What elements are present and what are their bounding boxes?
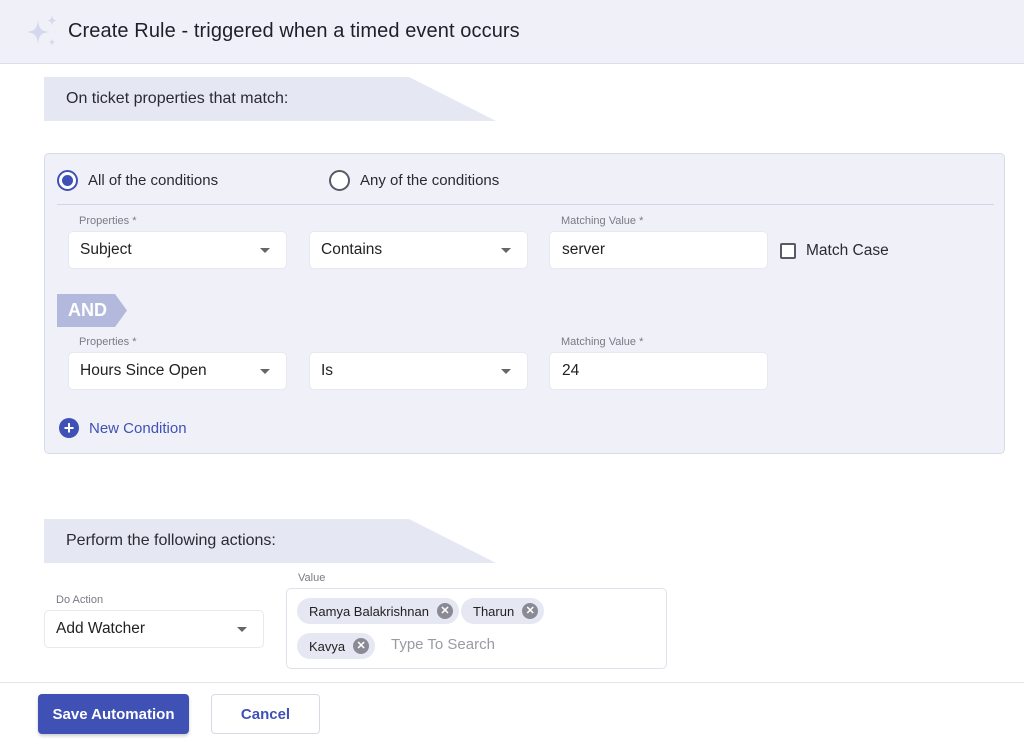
chevron-down-icon — [237, 627, 247, 632]
footer-divider — [0, 682, 1024, 683]
radio-all-label: All of the conditions — [88, 172, 219, 189]
matching-value-input[interactable]: 24 — [549, 352, 768, 390]
remove-chip-icon[interactable]: ✕ — [353, 638, 370, 654]
chevron-down-icon — [260, 369, 270, 374]
matching-value-label: Matching Value * — [561, 336, 644, 348]
actions-section-banner: Perform the following actions: — [44, 519, 496, 563]
operator-select[interactable]: Contains — [309, 231, 528, 269]
radio-any-conditions[interactable]: Any of the conditions — [329, 170, 499, 191]
remove-chip-icon[interactable]: ✕ — [522, 603, 539, 619]
chevron-down-icon — [501, 369, 511, 374]
matching-value-label: Matching Value * — [561, 215, 644, 227]
radio-any-label: Any of the conditions — [360, 172, 500, 189]
operator-select-value: Is — [321, 362, 334, 379]
remove-chip-icon[interactable]: ✕ — [436, 603, 453, 619]
watcher-chip: Kavya ✕ — [297, 633, 376, 659]
chip-label: Ramya Balakrishnan — [309, 603, 429, 619]
value-label: Value — [298, 572, 326, 584]
new-condition-label: New Condition — [89, 419, 187, 437]
radio-unchecked-icon[interactable] — [329, 170, 350, 191]
chevron-down-icon — [501, 248, 511, 253]
matching-value-text: server — [562, 241, 606, 258]
property-select[interactable]: Subject — [68, 231, 287, 269]
radio-checked-icon[interactable] — [57, 170, 78, 191]
matching-value-text: 24 — [562, 362, 580, 379]
cancel-button[interactable]: Cancel — [211, 694, 320, 734]
watcher-chip: Tharun ✕ — [461, 598, 545, 624]
watcher-chip: Ramya Balakrishnan ✕ — [297, 598, 459, 624]
watcher-multiselect[interactable]: Ramya Balakrishnan ✕ Tharun ✕ Kavya ✕ Ty… — [286, 588, 667, 669]
chip-label: Tharun — [473, 603, 515, 619]
plus-circle-icon: + — [59, 418, 79, 438]
property-label: Properties * — [79, 336, 137, 348]
do-action-label: Do Action — [56, 594, 104, 606]
page-header: Create Rule - triggered when a timed eve… — [0, 0, 1024, 64]
conditions-section-banner: On ticket properties that match: — [44, 77, 496, 121]
property-select-value: Subject — [80, 241, 132, 258]
match-case-checkbox[interactable]: Match Case — [780, 242, 889, 260]
matching-value-input[interactable]: server — [549, 231, 768, 269]
divider — [57, 204, 994, 205]
conditions-panel: All of the conditions Any of the conditi… — [44, 153, 1005, 454]
do-action-select[interactable]: Add Watcher — [44, 610, 264, 648]
operator-select-value: Contains — [321, 241, 383, 258]
watcher-search-input[interactable]: Type To Search — [391, 636, 495, 653]
chevron-down-icon — [260, 248, 270, 253]
sparkle-icon — [26, 14, 57, 46]
match-case-label: Match Case — [806, 242, 889, 259]
property-select-value: Hours Since Open — [80, 362, 207, 379]
page-title: Create Rule - triggered when a timed eve… — [68, 20, 520, 42]
radio-all-conditions[interactable]: All of the conditions — [57, 170, 218, 191]
and-connector-tag: AND — [57, 294, 127, 327]
new-condition-button[interactable]: + New Condition — [59, 418, 187, 438]
checkbox-icon[interactable] — [780, 243, 796, 259]
do-action-select-value: Add Watcher — [56, 620, 146, 637]
property-label: Properties * — [79, 215, 137, 227]
operator-select[interactable]: Is — [309, 352, 528, 390]
save-automation-button[interactable]: Save Automation — [38, 694, 189, 734]
chip-label: Kavya — [309, 638, 346, 654]
property-select[interactable]: Hours Since Open — [68, 352, 287, 390]
